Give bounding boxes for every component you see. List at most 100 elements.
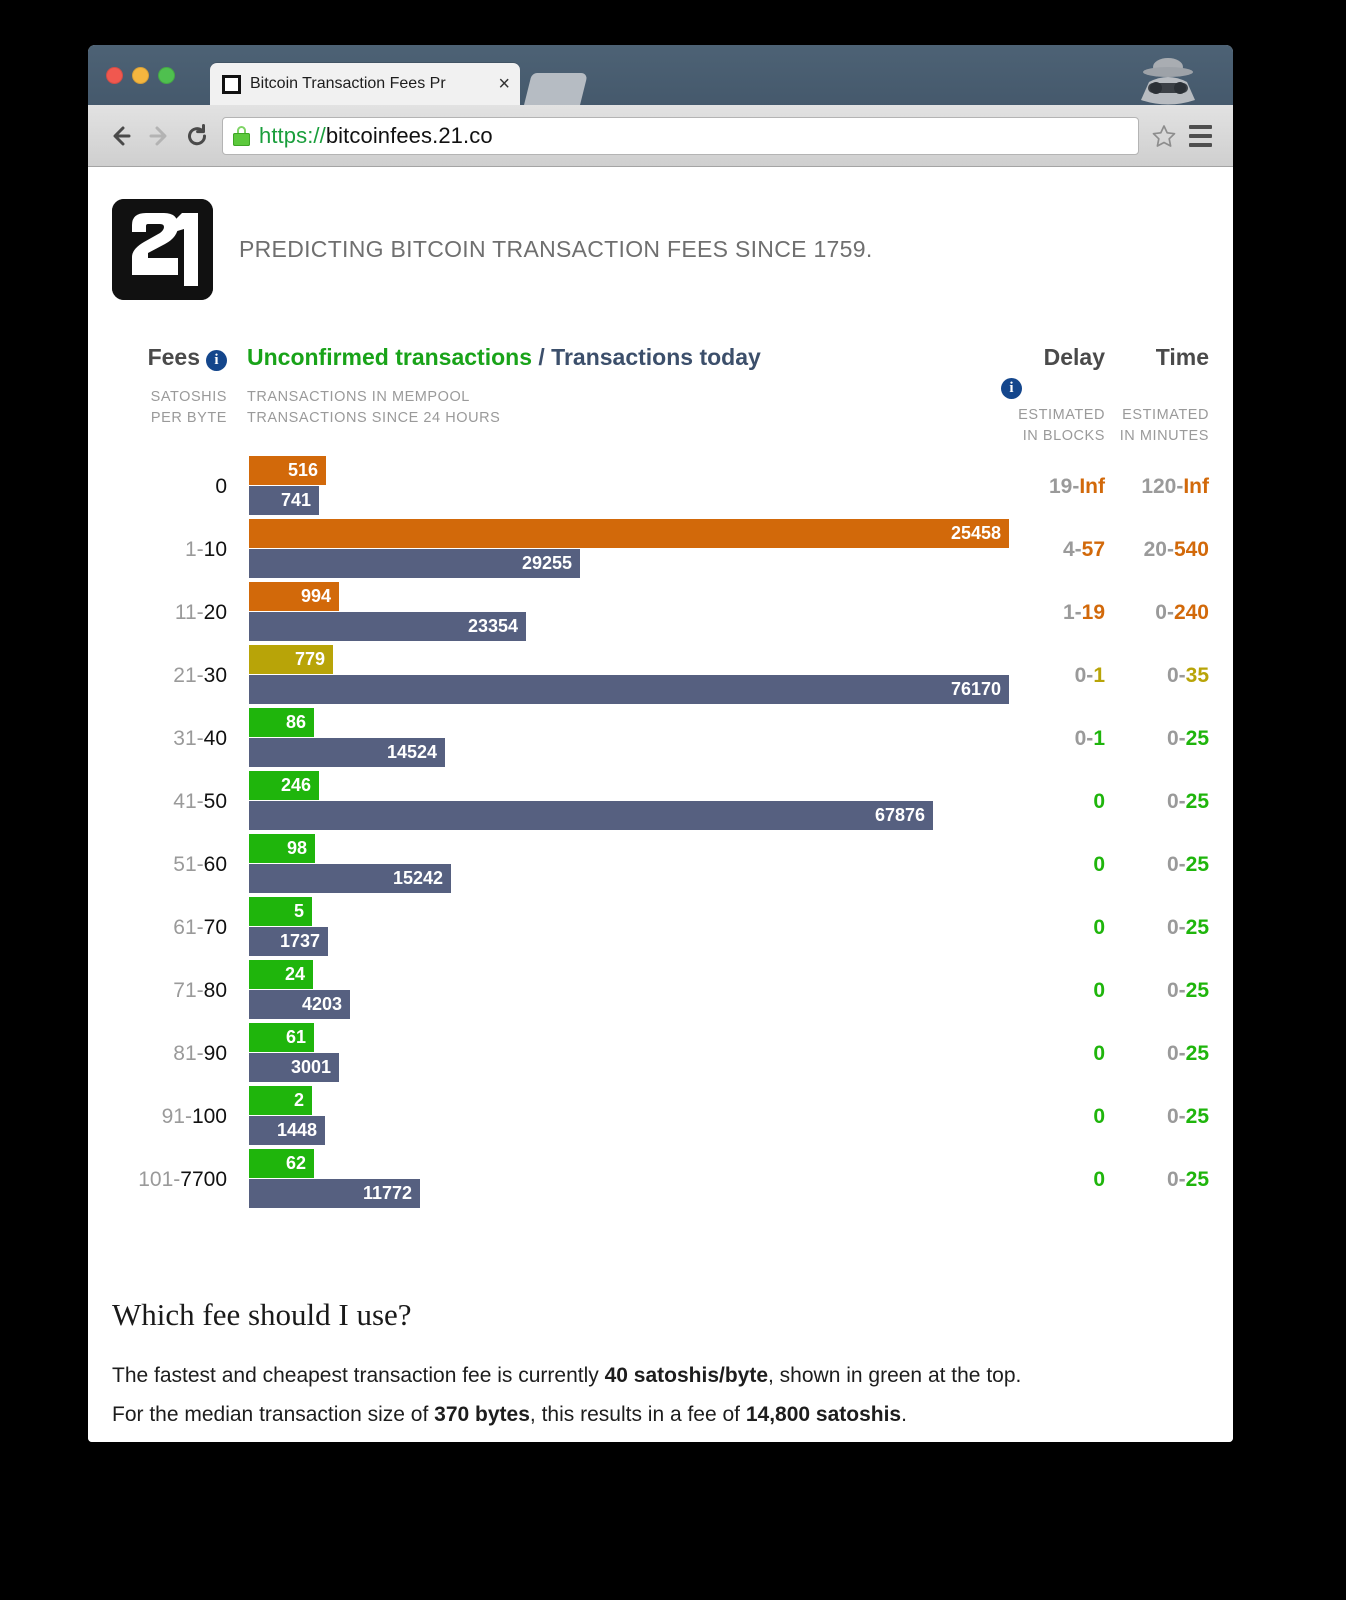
- row-time: 0-35: [1166, 663, 1209, 687]
- mempool-bar: 2: [249, 1086, 312, 1115]
- reload-icon: [188, 123, 207, 145]
- header-unconfirmed-label[interactable]: Unconfirmed transactions: [247, 344, 532, 370]
- mempool-bar: 994: [249, 582, 339, 611]
- browser-toolbar: https://bitcoinfees.21.co: [88, 105, 1233, 167]
- row-time: 0-25: [1166, 1104, 1209, 1128]
- row-fee-range: 31-40: [173, 726, 227, 750]
- header-today-label[interactable]: Transactions today: [551, 344, 761, 370]
- url-host: bitcoinfees.21.co: [325, 122, 493, 148]
- row-delay: 19-Inf: [1048, 474, 1105, 498]
- forward-arrow-icon: [149, 126, 167, 145]
- row-delay: 0-1: [1074, 663, 1105, 687]
- favicon-icon: [222, 74, 241, 94]
- row-time: 0-25: [1166, 978, 1209, 1002]
- row-bars: 994 23354: [229, 581, 1001, 644]
- row-fee-range: 11-20: [174, 600, 227, 624]
- row-bars: 98 15242: [229, 833, 1001, 896]
- header-fees: Fees i SATOSHIS PER BYTE: [112, 344, 227, 429]
- row-bars: 62 11772: [229, 1148, 1001, 1211]
- row-delay: 0: [1093, 915, 1105, 939]
- site-tagline: PREDICTING BITCOIN TRANSACTION FEES SINC…: [239, 236, 873, 262]
- row-fee-range: 41-50: [173, 789, 227, 813]
- row-delay: 0: [1093, 1104, 1105, 1128]
- row-delay: 4-57: [1062, 537, 1105, 561]
- fee-rows: 0 516 741 19-Inf 120-Inf 1-10 25458 29255 4-57 20…: [112, 455, 1209, 1211]
- footer-section: Which fee should I use? The fastest and …: [112, 1297, 1209, 1431]
- browser-titlebar: Bitcoin Transaction Fees Pr ×: [88, 45, 1233, 105]
- forward-button[interactable]: [140, 117, 178, 155]
- mempool-bar: 62: [249, 1149, 314, 1178]
- daily-bar: 4203: [249, 990, 350, 1019]
- row-fee-range: 81-90: [173, 1041, 227, 1065]
- close-window-button[interactable]: [106, 67, 123, 84]
- row-delay: 0: [1093, 852, 1105, 876]
- maximize-window-button[interactable]: [158, 67, 175, 84]
- header-fees-label: Fees: [147, 344, 200, 370]
- row-bars: 61 3001: [229, 1022, 1001, 1085]
- row-bars: 5 1737: [229, 896, 1001, 959]
- incognito-icon: [1141, 58, 1195, 105]
- table-row: 101-7700 62 11772 0 0-25: [112, 1148, 1209, 1211]
- row-fee-range: 1-10: [184, 537, 227, 561]
- daily-bar: 1448: [249, 1116, 325, 1145]
- mempool-bar: 61: [249, 1023, 314, 1052]
- star-icon: [1152, 124, 1176, 147]
- reload-button[interactable]: [178, 117, 216, 155]
- delay-info-icon[interactable]: i: [1001, 378, 1022, 399]
- window-controls: [106, 67, 175, 84]
- row-time: 0-25: [1166, 852, 1209, 876]
- mempool-bar: 86: [249, 708, 314, 737]
- daily-bar: 76170: [249, 675, 1009, 704]
- row-delay: 0-1: [1074, 726, 1105, 750]
- daily-bar: 67876: [249, 801, 933, 830]
- browser-window: Bitcoin Transaction Fees Pr × https://bi…: [88, 45, 1233, 1442]
- daily-bar: 3001: [249, 1053, 339, 1082]
- site-header: PREDICTING BITCOIN TRANSACTION FEES SINC…: [112, 199, 1209, 300]
- table-row: 71-80 24 4203 0 0-25: [112, 959, 1209, 1022]
- mempool-bar: 516: [249, 456, 326, 485]
- minimize-window-button[interactable]: [132, 67, 149, 84]
- table-row: 31-40 86 14524 0-1 0-25: [112, 707, 1209, 770]
- row-delay: 1-19: [1062, 600, 1105, 624]
- row-time: 0-25: [1166, 1167, 1209, 1191]
- row-time: 0-240: [1155, 600, 1209, 624]
- url-scheme: https://: [259, 122, 326, 148]
- row-fee-range: 21-30: [173, 663, 227, 687]
- table-row: 41-50 246 67876 0 0-25: [112, 770, 1209, 833]
- daily-bar: 11772: [249, 1179, 420, 1208]
- row-bars: 25458 29255: [229, 518, 1009, 581]
- mempool-bar: 246: [249, 771, 319, 800]
- header-time-sub: ESTIMATED IN MINUTES: [1119, 407, 1209, 444]
- header-fees-sub: SATOSHIS PER BYTE: [150, 389, 227, 426]
- row-delay: 0: [1093, 1041, 1105, 1065]
- row-bars: 86 14524: [229, 707, 1001, 770]
- new-tab-button[interactable]: [524, 73, 588, 105]
- table-row: 0 516 741 19-Inf 120-Inf: [112, 455, 1209, 518]
- table-row: 1-10 25458 29255 4-57 20-540: [112, 518, 1209, 581]
- browser-menu-button[interactable]: [1181, 124, 1219, 147]
- close-tab-icon[interactable]: ×: [492, 74, 510, 94]
- row-time: 0-25: [1166, 1041, 1209, 1065]
- logo-21-icon[interactable]: [112, 199, 213, 300]
- bookmark-button[interactable]: [1147, 122, 1181, 150]
- row-time: 0-25: [1166, 789, 1209, 813]
- browser-tab[interactable]: Bitcoin Transaction Fees Pr ×: [210, 63, 520, 105]
- header-delay-sub: ESTIMATED IN BLOCKS: [1018, 407, 1105, 444]
- row-fee-range: 101-7700: [138, 1167, 227, 1191]
- header-delay: Delay i ESTIMATED IN BLOCKS: [1001, 344, 1105, 447]
- row-fee-range: 51-60: [173, 852, 227, 876]
- tab-title: Bitcoin Transaction Fees Pr: [250, 75, 446, 92]
- row-time: 120-Inf: [1141, 474, 1209, 498]
- logo-glyph: [112, 199, 213, 300]
- fee-table: Fees i SATOSHIS PER BYTE Unconfirmed tran…: [112, 344, 1209, 1211]
- table-row: 21-30 779 76170 0-1 0-35: [112, 644, 1209, 707]
- table-row: 11-20 994 23354 1-19 0-240: [112, 581, 1209, 644]
- back-button[interactable]: [102, 117, 140, 155]
- header-separator: /: [532, 344, 552, 370]
- mempool-bar: 779: [249, 645, 333, 674]
- fees-info-icon[interactable]: i: [206, 350, 227, 371]
- footer-line-2: For the median transaction size of 370 b…: [112, 1403, 907, 1426]
- table-row: 51-60 98 15242 0 0-25: [112, 833, 1209, 896]
- address-bar[interactable]: https://bitcoinfees.21.co: [222, 116, 1139, 155]
- daily-bar: 1737: [249, 927, 328, 956]
